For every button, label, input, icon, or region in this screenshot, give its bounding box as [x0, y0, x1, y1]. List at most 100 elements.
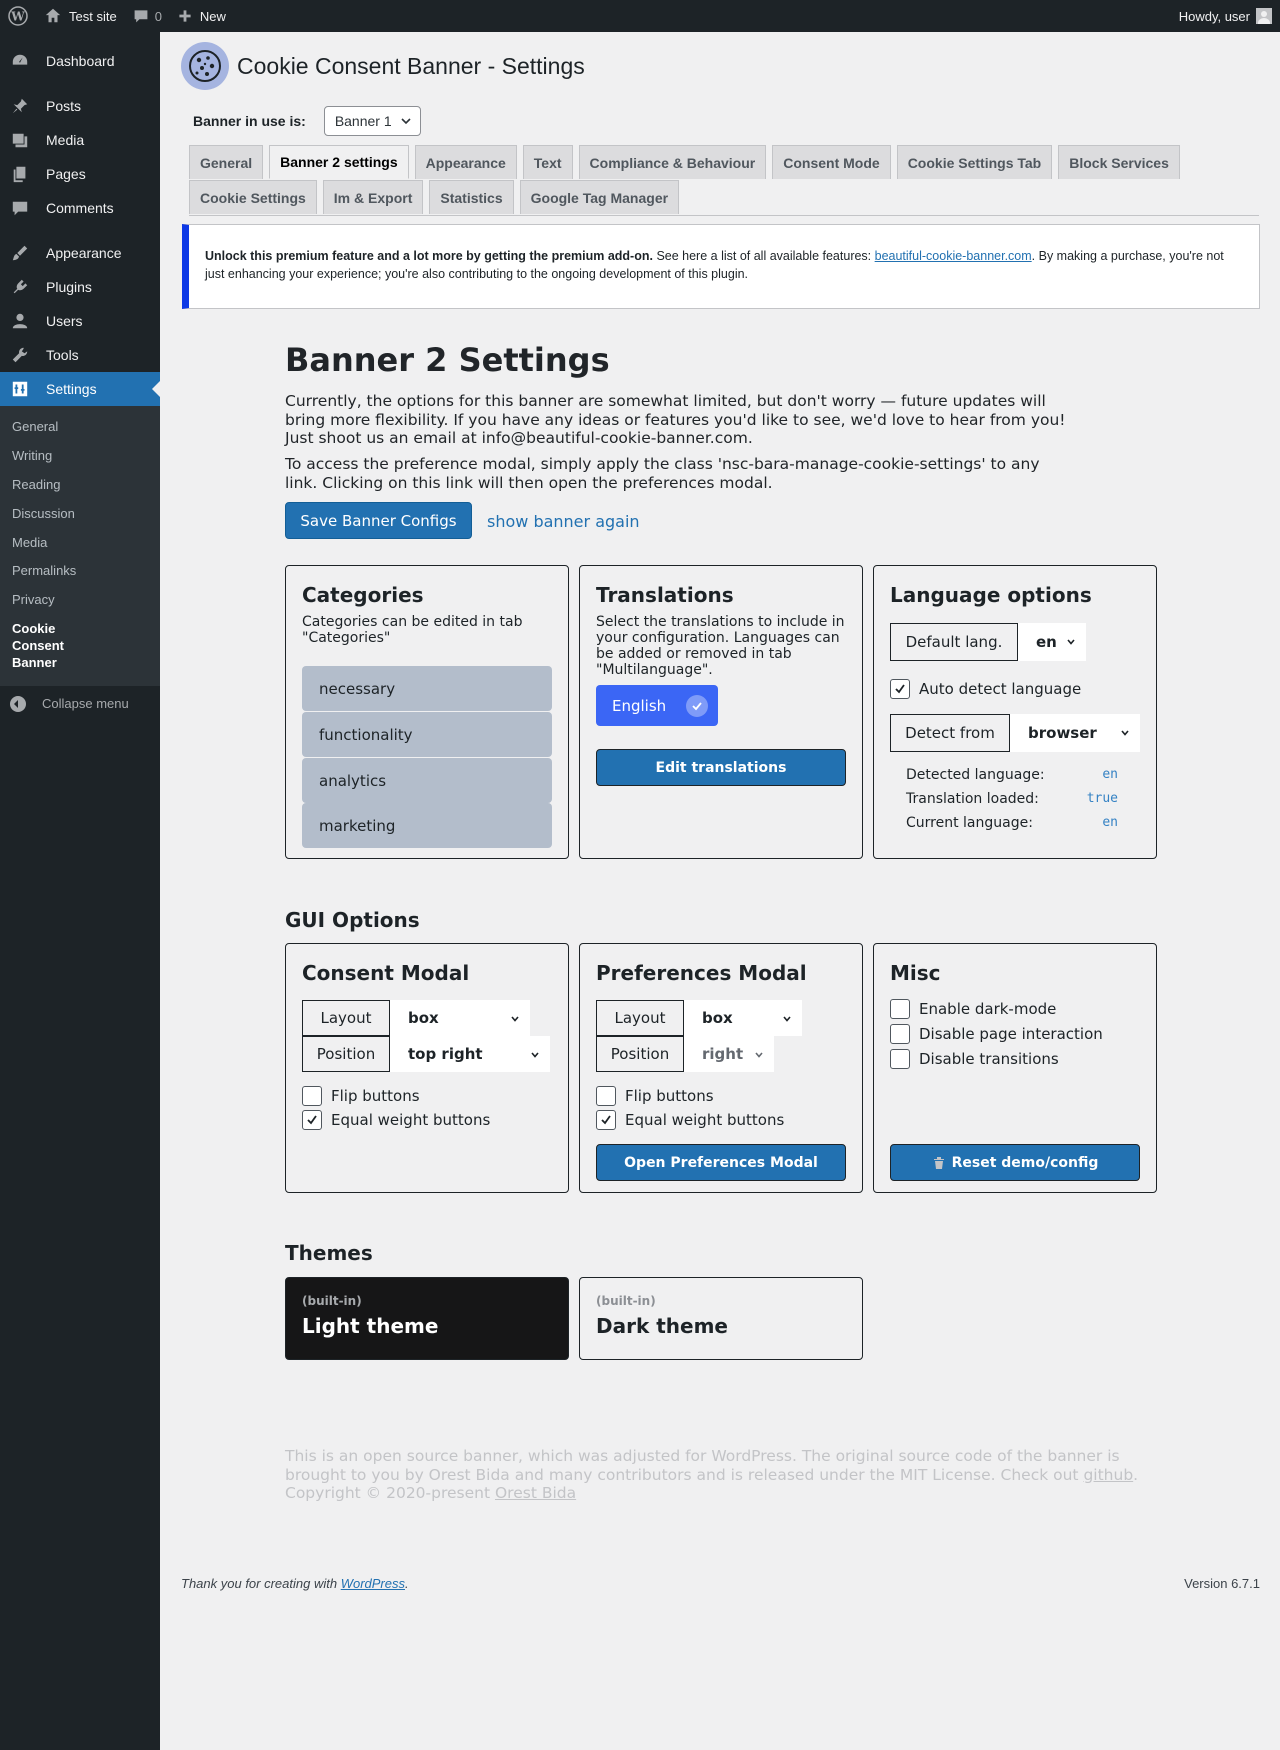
open-preferences-modal-button[interactable]: Open Preferences Modal — [596, 1144, 846, 1181]
reset-demo-config-button[interactable]: Reset demo/config — [890, 1144, 1140, 1181]
consent-layout-select[interactable]: box — [390, 1000, 530, 1036]
github-link[interactable]: github — [1083, 1466, 1133, 1484]
detect-from-select[interactable]: browser — [1010, 714, 1140, 752]
category-analytics[interactable]: analytics — [302, 758, 552, 803]
sidebar-item-comments[interactable]: Comments — [0, 191, 160, 225]
sidebar-item-label: Pages — [46, 166, 86, 182]
sidebar-item-dashboard[interactable]: Dashboard — [0, 44, 160, 78]
sidebar-item-pages[interactable]: Pages — [0, 157, 160, 191]
equal-weight-label: Equal weight buttons — [331, 1111, 491, 1129]
equal-weight-row[interactable]: Equal weight buttons — [596, 1110, 784, 1130]
banner-select[interactable]: Banner 1 — [323, 106, 421, 136]
dark-mode-row[interactable]: Enable dark-mode — [890, 999, 1056, 1019]
collapse-menu-button[interactable]: Collapse menu — [0, 686, 160, 722]
sidebar-item-label: Dashboard — [46, 53, 115, 69]
tab-consent-mode[interactable]: Consent Mode — [772, 145, 891, 179]
sidebar-item-posts[interactable]: Posts — [0, 89, 160, 123]
disable-transitions-checkbox[interactable] — [890, 1049, 910, 1069]
tab-im-export[interactable]: Im & Export — [322, 180, 424, 214]
disable-interaction-checkbox[interactable] — [890, 1024, 910, 1044]
admin-bar: W Test site 0 New Howdy, user — [0, 0, 1280, 32]
chevron-down-icon — [783, 1016, 791, 1022]
tab-statistics[interactable]: Statistics — [429, 180, 514, 214]
wordpress-link[interactable]: WordPress — [341, 1576, 405, 1591]
wordpress-logo-icon[interactable]: W — [0, 0, 36, 32]
tab-google-tag-manager[interactable]: Google Tag Manager — [519, 180, 680, 214]
tab-block-services[interactable]: Block Services — [1058, 145, 1180, 179]
disable-transitions-row[interactable]: Disable transitions — [890, 1049, 1059, 1069]
author-link[interactable]: Orest Bida — [495, 1484, 576, 1502]
sidebar-item-tools[interactable]: Tools — [0, 338, 160, 372]
card-title: Preferences Modal — [596, 961, 807, 985]
settings-submenu: General Writing Reading Discussion Media… — [0, 406, 160, 686]
reset-label: Reset demo/config — [951, 1154, 1099, 1171]
sidebar-item-media[interactable]: Media — [0, 123, 160, 157]
tab-general[interactable]: General — [189, 145, 264, 179]
category-marketing[interactable]: marketing — [302, 803, 552, 848]
flip-buttons-checkbox[interactable] — [596, 1086, 616, 1106]
equal-weight-row[interactable]: Equal weight buttons — [302, 1110, 490, 1130]
submenu-item-cookie-consent-banner[interactable]: Cookie Consent Banner — [0, 615, 120, 678]
submenu-item-media[interactable]: Media — [0, 529, 160, 558]
tab-cookie-settings-tab[interactable]: Cookie Settings Tab — [896, 145, 1053, 179]
submenu-item-permalinks[interactable]: Permalinks — [0, 557, 160, 586]
tab-text[interactable]: Text — [522, 145, 573, 179]
disable-interaction-row[interactable]: Disable page interaction — [890, 1024, 1103, 1044]
tab-cookie-settings[interactable]: Cookie Settings — [189, 180, 317, 214]
pref-layout-select[interactable]: box — [684, 1000, 802, 1036]
page-icon — [10, 164, 30, 184]
category-functionality[interactable]: functionality — [302, 712, 552, 757]
kv-value: true — [1086, 791, 1118, 806]
tab-compliance-behaviour[interactable]: Compliance & Behaviour — [578, 145, 767, 179]
edit-translations-button[interactable]: Edit translations — [596, 749, 846, 786]
detect-from-value: browser — [1028, 724, 1097, 742]
current-language-row: Current language: en — [906, 815, 1118, 831]
pref-position-select[interactable]: right — [684, 1036, 774, 1072]
default-lang-group: Default lang. en — [890, 623, 1086, 661]
submenu-item-discussion[interactable]: Discussion — [0, 500, 160, 529]
layout-value: box — [408, 1009, 439, 1027]
settings-icon — [10, 379, 30, 399]
dark-mode-checkbox[interactable] — [890, 999, 910, 1019]
card-title: Misc — [890, 961, 941, 985]
sidebar-item-appearance[interactable]: Appearance — [0, 236, 160, 270]
site-name: Test site — [69, 8, 117, 24]
flip-buttons-row[interactable]: Flip buttons — [302, 1086, 420, 1106]
new-content-link[interactable]: New — [170, 0, 234, 32]
submenu-item-reading[interactable]: Reading — [0, 471, 160, 500]
submenu-item-writing[interactable]: Writing — [0, 442, 160, 471]
consent-position-select[interactable]: top right — [390, 1036, 550, 1072]
consent-layout-group: Layout box — [302, 1000, 530, 1036]
chevron-down-icon — [1121, 730, 1129, 736]
submenu-item-privacy[interactable]: Privacy — [0, 586, 160, 615]
default-lang-select[interactable]: en — [1018, 623, 1086, 661]
theme-card-light[interactable]: (built-in) Light theme — [285, 1277, 569, 1360]
sidebar-item-label: Media — [46, 132, 85, 148]
premium-link[interactable]: beautiful-cookie-banner.com — [875, 249, 1032, 263]
tab-appearance[interactable]: Appearance — [414, 145, 517, 179]
tab-banner-2-settings[interactable]: Banner 2 settings — [269, 145, 409, 179]
kv-label: Translation loaded: — [906, 791, 1039, 807]
submenu-item-general[interactable]: General — [0, 413, 160, 442]
flip-buttons-checkbox[interactable] — [302, 1086, 322, 1106]
notice-strong: Unlock this premium feature and a lot mo… — [205, 249, 653, 263]
sidebar-item-settings[interactable]: Settings — [0, 372, 160, 406]
save-banner-configs-button[interactable]: Save Banner Configs — [285, 502, 472, 539]
sidebar-item-plugins[interactable]: Plugins — [0, 270, 160, 304]
auto-detect-checkbox[interactable] — [890, 679, 910, 699]
show-banner-again-link[interactable]: show banner again — [487, 512, 640, 531]
flip-buttons-row[interactable]: Flip buttons — [596, 1086, 714, 1106]
comments-link[interactable]: 0 — [125, 0, 170, 32]
sidebar-item-label: Plugins — [46, 279, 92, 295]
theme-card-dark[interactable]: (built-in) Dark theme — [579, 1277, 863, 1360]
page-header: Cookie Consent Banner - Settings — [181, 42, 585, 90]
category-necessary[interactable]: necessary — [302, 666, 552, 711]
my-account[interactable]: Howdy, user — [1179, 8, 1280, 24]
auto-detect-row[interactable]: Auto detect language — [890, 679, 1081, 699]
equal-weight-checkbox[interactable] — [596, 1110, 616, 1130]
equal-weight-checkbox[interactable] — [302, 1110, 322, 1130]
translation-pill-english[interactable]: English — [596, 685, 718, 726]
auto-detect-label: Auto detect language — [919, 680, 1082, 698]
sidebar-item-users[interactable]: Users — [0, 304, 160, 338]
site-name-link[interactable]: Test site — [36, 0, 125, 32]
